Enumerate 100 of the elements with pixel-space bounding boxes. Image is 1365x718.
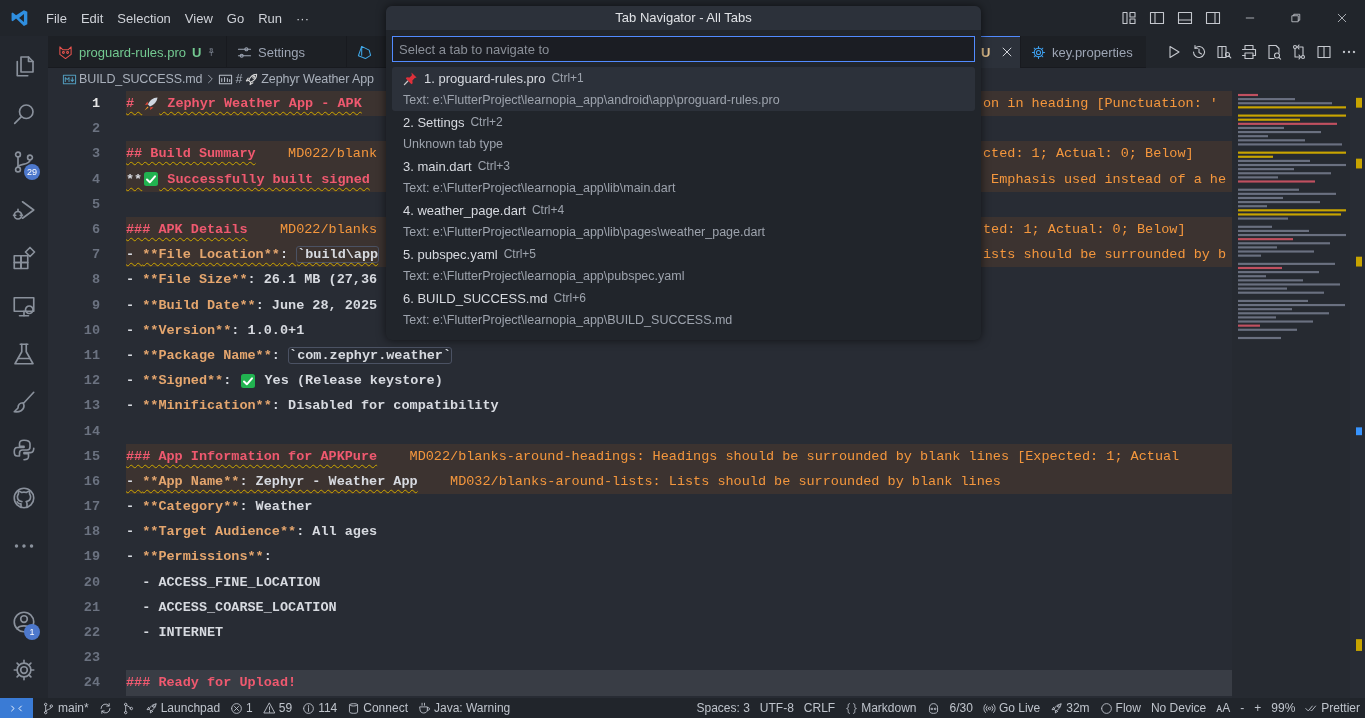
editor-tab[interactable]: key.properties bbox=[1021, 36, 1146, 68]
menu-item[interactable]: Edit bbox=[75, 10, 113, 26]
shortcut-text: Ctrl+4 bbox=[531, 203, 565, 217]
brush-icon[interactable] bbox=[12, 390, 36, 414]
status-text[interactable]: 1 bbox=[246, 701, 253, 715]
rocket-icon[interactable] bbox=[1050, 701, 1064, 715]
status-text[interactable]: Launchpad bbox=[160, 701, 221, 715]
status-text[interactable]: Connect bbox=[363, 701, 408, 715]
breadcrumb-item[interactable]: BUILD_SUCCESS.md bbox=[79, 72, 203, 86]
diagnostic-text: MD022/blanks bbox=[278, 222, 378, 238]
quick-pick-item[interactable]: 3. main.dart Ctrl+3 Text: e:\FlutterProject\learnopia_app\lib\main.dart bbox=[392, 155, 975, 199]
status-text[interactable]: 6/30 bbox=[949, 701, 973, 715]
sidebar-toggle-icon[interactable] bbox=[1149, 10, 1165, 26]
extensions-icon[interactable] bbox=[12, 246, 36, 270]
quick-pick-item[interactable]: 5. pubspec.yaml Ctrl+5 Text: e:\FlutterProject\learnopia_app\pubspec.yaml bbox=[392, 243, 975, 287]
heading-text: Zephyr Weather App - APK bbox=[166, 96, 362, 112]
menu-item[interactable]: Run bbox=[253, 10, 291, 26]
diagnostic-text: MD032/blanks-around-lists: Lists should be surrounded by blank lines bbox=[449, 473, 1001, 489]
editor-logo-icon bbox=[11, 9, 29, 27]
coffee-cup-icon[interactable] bbox=[417, 701, 431, 715]
code-text: - bbox=[126, 347, 136, 363]
bold-key-text: **Permissions** bbox=[142, 549, 264, 565]
code-text: - bbox=[126, 322, 136, 338]
breadcrumb-item[interactable]: Zephyr Weather App bbox=[261, 72, 374, 86]
code-text: - INTERNET bbox=[141, 625, 224, 641]
code-text: - bbox=[126, 373, 136, 389]
warning-icon[interactable] bbox=[262, 701, 276, 715]
menu-item[interactable]: ··· bbox=[291, 10, 318, 26]
status-text[interactable]: CRLF bbox=[803, 701, 836, 715]
editor-tab[interactable]: Settings bbox=[227, 36, 347, 68]
history-icon[interactable] bbox=[1190, 44, 1207, 60]
status-text[interactable]: + bbox=[1254, 701, 1262, 715]
item-detail: Unknown tab type bbox=[403, 136, 505, 153]
menu-item[interactable]: Go bbox=[221, 10, 254, 26]
run-debug-icon[interactable] bbox=[12, 198, 36, 222]
line-number: 15 bbox=[82, 448, 101, 464]
git-graph-icon[interactable] bbox=[121, 701, 135, 715]
find-in-file-icon[interactable] bbox=[1265, 44, 1282, 60]
source-control-icon[interactable] bbox=[12, 150, 36, 174]
quick-pick-item[interactable]: 4. weather_page.dart Ctrl+4 Text: e:\FlutterProject\learnopia_app\lib\pages\weather_page.dart bbox=[392, 199, 975, 243]
status-text[interactable]: Prettier bbox=[1321, 701, 1360, 715]
database-icon[interactable] bbox=[347, 701, 361, 715]
branch-icon[interactable] bbox=[42, 701, 55, 715]
line-number: 9 bbox=[90, 297, 101, 313]
broadcast-icon[interactable] bbox=[982, 701, 996, 715]
status-text[interactable]: UTF-8 bbox=[759, 701, 794, 715]
search-icon[interactable] bbox=[12, 102, 36, 126]
status-text[interactable]: Markdown bbox=[861, 701, 917, 715]
preview-icon[interactable] bbox=[1215, 44, 1232, 60]
status-text[interactable]: Java: Warning bbox=[433, 701, 511, 715]
git-status-text: U bbox=[191, 44, 202, 60]
flask-icon[interactable] bbox=[12, 342, 36, 366]
copilot-icon[interactable] bbox=[926, 701, 940, 715]
quick-pick-item[interactable]: 6. BUILD_SUCCESS.md Ctrl+6 Text: e:\FlutterProject\learnopia_app\BUILD_SUCCESS.md bbox=[392, 287, 975, 331]
status-text[interactable]: main* bbox=[58, 701, 89, 715]
heading-text: ## Build Summary bbox=[126, 146, 256, 162]
code-text: : 26.1 MB (27,36 bbox=[247, 272, 378, 288]
error-icon[interactable] bbox=[230, 701, 244, 715]
printer-icon[interactable] bbox=[1240, 44, 1257, 60]
rocket-icon[interactable] bbox=[144, 701, 158, 715]
close-icon[interactable] bbox=[1336, 12, 1348, 24]
dart-icon bbox=[357, 44, 372, 60]
status-text[interactable]: - bbox=[1240, 701, 1245, 715]
layout-icon[interactable] bbox=[1121, 10, 1137, 26]
menu-item[interactable]: View bbox=[179, 10, 222, 26]
status-text[interactable]: 59 bbox=[278, 701, 293, 715]
account-icon[interactable] bbox=[12, 610, 36, 634]
status-text[interactable]: 99% bbox=[1271, 701, 1296, 715]
sync-icon[interactable] bbox=[98, 701, 112, 715]
restore-icon[interactable] bbox=[1290, 12, 1302, 24]
status-text[interactable]: 32m bbox=[1066, 701, 1090, 715]
split-editor-icon[interactable] bbox=[1315, 44, 1332, 60]
status-text[interactable]: Flow bbox=[1115, 701, 1141, 715]
compare-icon[interactable] bbox=[1290, 44, 1307, 60]
status-text[interactable]: Go Live bbox=[998, 701, 1041, 715]
braces-icon[interactable] bbox=[845, 701, 859, 715]
menu-item[interactable]: File bbox=[41, 10, 76, 26]
editor-tab[interactable]: proguard-rules.pro U bbox=[48, 36, 227, 68]
git-status-text: U bbox=[981, 44, 991, 60]
code-text: - bbox=[126, 297, 136, 313]
pin-icon[interactable] bbox=[207, 45, 216, 59]
monitor-icon[interactable] bbox=[12, 294, 36, 318]
panel-toggle-icon[interactable] bbox=[1177, 10, 1193, 26]
status-text[interactable]: No Device bbox=[1150, 701, 1207, 715]
python-icon[interactable] bbox=[12, 438, 36, 462]
status-text[interactable]: 114 bbox=[318, 701, 338, 715]
info-icon[interactable] bbox=[302, 701, 316, 715]
diagnostic-text: on in heading [Punctuation: ' bbox=[983, 96, 1218, 112]
close-icon[interactable] bbox=[1000, 45, 1014, 59]
code-text: Yes (Release keystore) bbox=[263, 373, 443, 389]
quick-pick-item[interactable]: 1. proguard-rules.pro Ctrl+1 Text: e:\FlutterProject\learnopia_app\android\app\proguard-rules.pro bbox=[392, 67, 975, 111]
search-field[interactable]: Select a tab to navigate to bbox=[392, 36, 975, 62]
secondary-sidebar-icon[interactable] bbox=[1205, 10, 1221, 26]
heading-text: # bbox=[126, 96, 136, 112]
github-icon[interactable] bbox=[12, 486, 36, 510]
status-text[interactable]: Spaces: 3 bbox=[696, 701, 750, 715]
menu-item[interactable]: Selection bbox=[112, 10, 180, 26]
status-text[interactable]: ᴀA bbox=[1216, 701, 1231, 715]
gear-icon[interactable] bbox=[12, 658, 36, 682]
quick-pick-item[interactable]: 2. Settings Ctrl+2 Unknown tab type bbox=[392, 111, 975, 155]
